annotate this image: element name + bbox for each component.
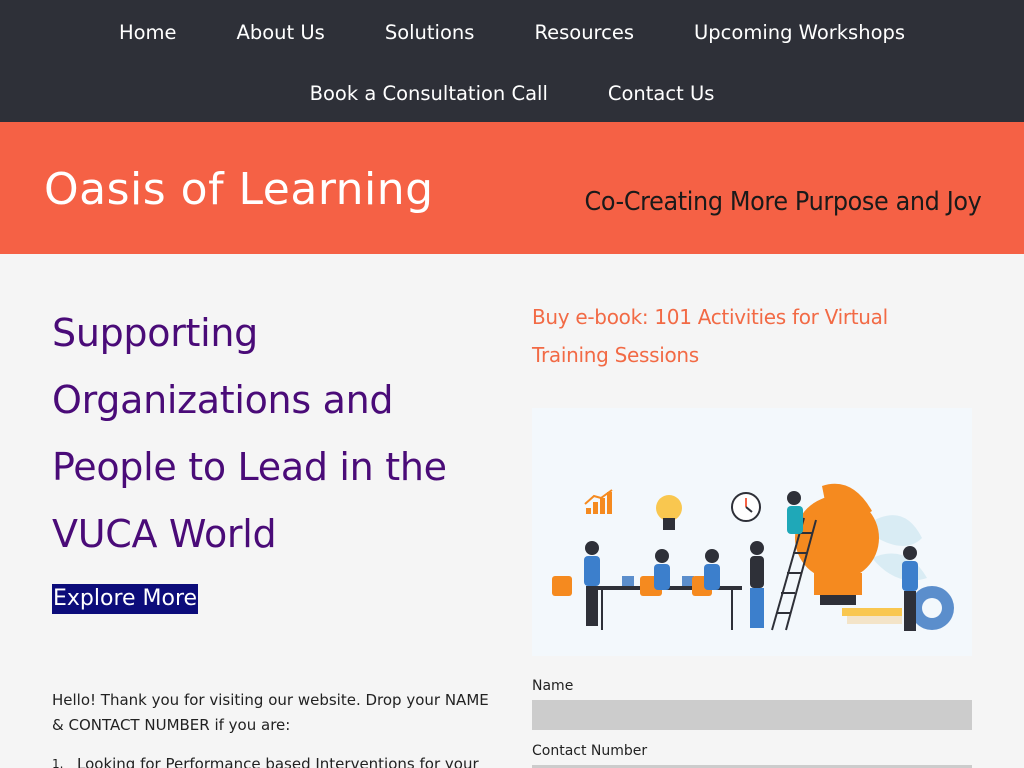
- nav-book-consultation[interactable]: Book a Consultation Call: [280, 80, 578, 108]
- nav-home[interactable]: Home: [89, 19, 207, 47]
- contact-number-label: Contact Number: [532, 743, 648, 759]
- big-bulb: [795, 483, 879, 605]
- nav-row-1: Home About Us Solutions Resources Upcomi…: [0, 19, 1024, 47]
- clock-icon: [731, 492, 761, 522]
- nav-about-us[interactable]: About Us: [207, 19, 355, 47]
- team-illustration-image: [552, 483, 954, 631]
- hero-heading: Supporting Organizations and People to L…: [52, 311, 447, 556]
- list-item: 1. Looking for Performance based Interve…: [52, 752, 502, 768]
- person: [750, 541, 764, 628]
- list-item-number: 1.: [52, 757, 64, 768]
- main-nav: Home About Us Solutions Resources Upcomi…: [0, 0, 1024, 122]
- person: [704, 549, 720, 590]
- nav-solutions[interactable]: Solutions: [355, 19, 505, 47]
- person: [654, 549, 670, 590]
- list-item-text: Looking for Performance based Interventi…: [77, 755, 479, 768]
- intro-text: Hello! Thank you for visiting our websit…: [52, 691, 489, 734]
- name-input[interactable]: [532, 700, 972, 730]
- site-tagline: Co-Creating More Purpose and Joy: [584, 187, 981, 217]
- ebook-link[interactable]: Buy e-book: 101 Activities for Virtual T…: [532, 298, 952, 374]
- site-title[interactable]: Oasis of Learning: [44, 160, 434, 220]
- lightbulb-icon: [656, 495, 682, 530]
- nav-upcoming-workshops[interactable]: Upcoming Workshops: [664, 19, 935, 47]
- team-illustration: [532, 408, 972, 656]
- nav-row-2: Book a Consultation Call Contact Us: [0, 80, 1024, 108]
- name-label: Name: [532, 678, 574, 694]
- person: [584, 541, 600, 626]
- chart-icon: [584, 489, 613, 514]
- gear-icon: [910, 586, 954, 630]
- intro-list: 1. Looking for Performance based Interve…: [52, 752, 502, 768]
- site-banner: Oasis of Learning Co-Creating More Purpo…: [0, 122, 1024, 254]
- explore-more-button[interactable]: Explore More: [52, 584, 199, 614]
- nav-contact-us[interactable]: Contact Us: [578, 80, 745, 108]
- person: [787, 491, 803, 534]
- nav-resources[interactable]: Resources: [504, 19, 664, 47]
